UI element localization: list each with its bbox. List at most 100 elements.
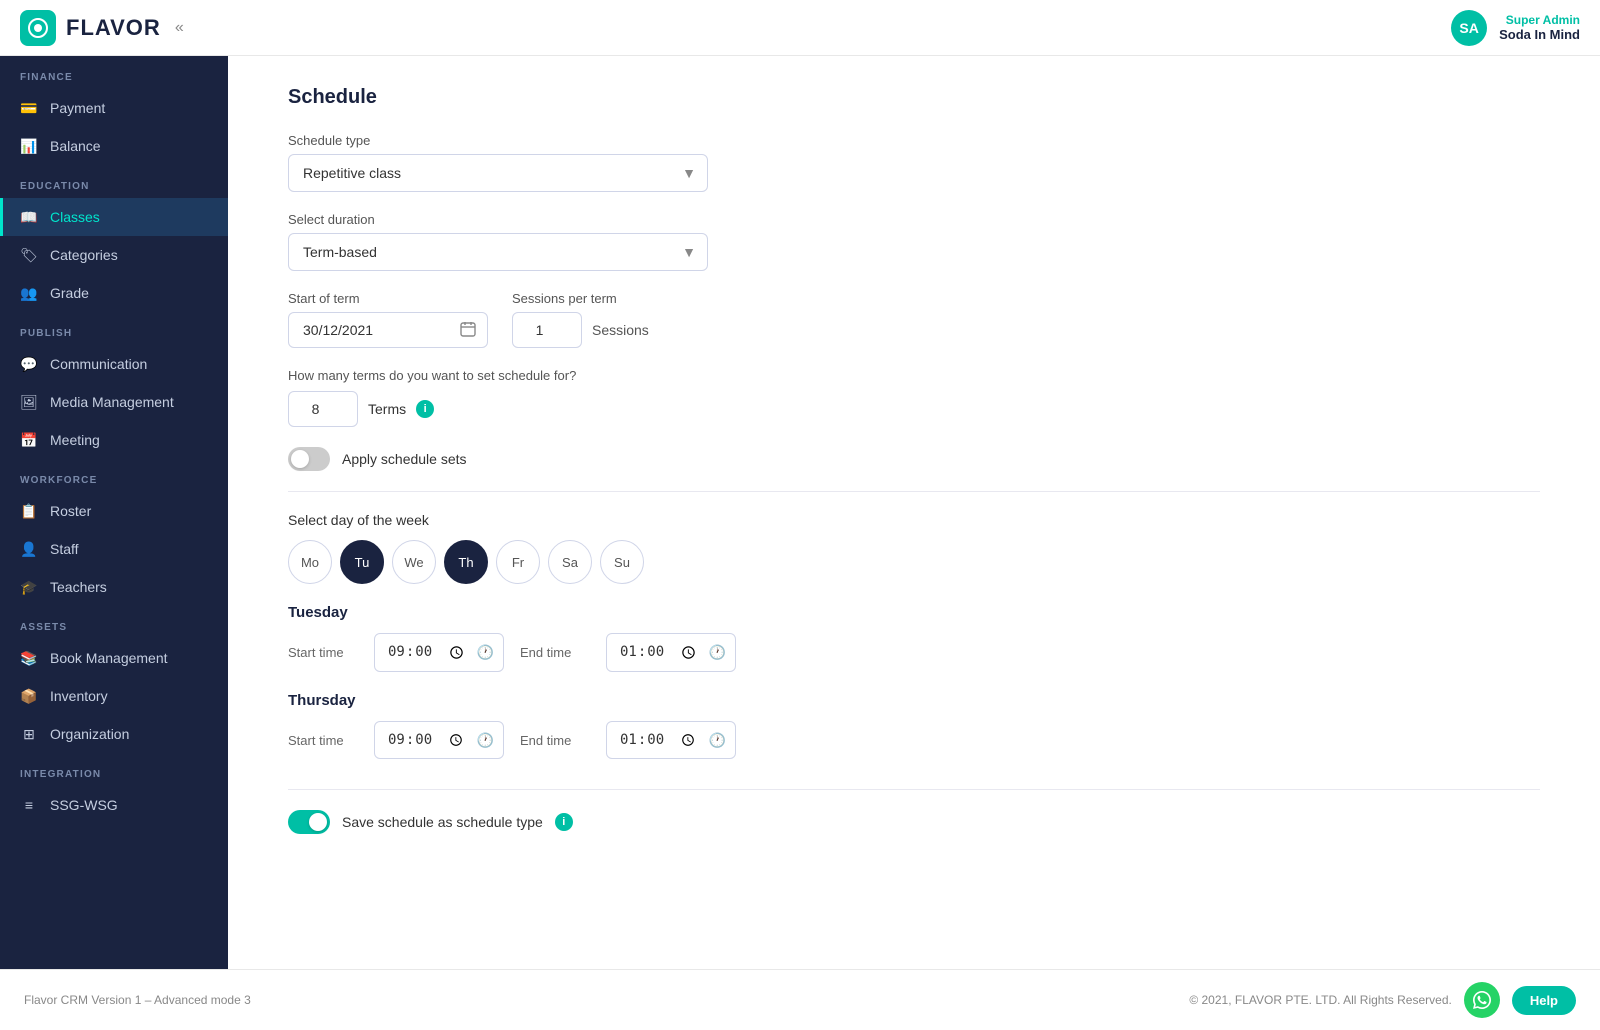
save-schedule-label: Save schedule as schedule type: [342, 814, 543, 830]
footer-copyright: © 2021, FLAVOR PTE. LTD. All Rights Rese…: [1189, 993, 1452, 1007]
sessions-per-term-group: Sessions per term Sessions: [512, 291, 649, 348]
schedule-type-group: Schedule type Repetitive class One-time …: [288, 133, 1540, 192]
sidebar-item-media-management[interactable]: 🖼 Media Management: [0, 383, 228, 421]
sidebar-item-inventory[interactable]: 📦Inventory: [0, 677, 228, 715]
bar-chart-icon: 📊: [20, 137, 38, 155]
main-layout: FINANCE💳Payment📊BalanceEDUCATION📖Classes…: [0, 56, 1600, 969]
terms-info-icon[interactable]: i: [416, 400, 434, 418]
tag-icon: 🏷: [20, 246, 38, 264]
sidebar-item-label-organization: Organization: [50, 726, 129, 742]
start-of-term-input[interactable]: [288, 312, 488, 348]
start-of-term-label: Start of term: [288, 291, 488, 306]
tuesday-start-input[interactable]: [374, 633, 504, 672]
sidebar-item-payment[interactable]: 💳 Payment: [0, 89, 228, 127]
user-info: Super Admin Soda In Mind: [1499, 13, 1580, 42]
start-of-term-input-wrapper: [288, 312, 488, 348]
thursday-section: Thursday Start time 🕐 End time 🕐: [288, 692, 1540, 760]
grid-icon: ⊞: [20, 725, 38, 743]
sidebar-item-teachers[interactable]: 🎓 Teachers: [0, 568, 228, 606]
sidebar-item-staff[interactable]: 👤 Staff: [0, 530, 228, 568]
day-btn-mo[interactable]: Mo: [288, 540, 332, 584]
terms-row: Terms i: [288, 391, 1540, 427]
apply-schedule-sets-toggle[interactable]: [288, 447, 330, 471]
select-duration-select-wrapper: Term-based Fixed duration ▼: [288, 233, 708, 271]
sidebar-item-label-roster: Roster: [50, 503, 91, 519]
tuesday-time-row: Start time 🕐 End time 🕐: [288, 633, 1540, 672]
schedule-title: Schedule: [288, 86, 1540, 109]
thursday-start-input[interactable]: [374, 721, 504, 760]
sidebar-item-organization[interactable]: ⊞ Organization: [0, 715, 228, 753]
content-area: Schedule Schedule type Repetitive class …: [228, 56, 1600, 969]
day-btn-fr[interactable]: Fr: [496, 540, 540, 584]
sidebar-item-label-balance: Balance: [50, 138, 101, 154]
help-button[interactable]: Help: [1512, 986, 1576, 1015]
whatsapp-button[interactable]: [1464, 982, 1500, 1018]
save-schedule-row: Save schedule as schedule type i: [288, 789, 1540, 834]
sidebar-item-label-teachers: Teachers: [50, 579, 107, 595]
sidebar-item-classes[interactable]: 📖Classes: [0, 198, 228, 236]
day-btn-su[interactable]: Su: [600, 540, 644, 584]
day-btn-th[interactable]: Th: [444, 540, 488, 584]
sidebar-item-book-management[interactable]: 📚Book Management: [0, 639, 228, 677]
sidebar-item-meeting[interactable]: 📅Meeting: [0, 421, 228, 459]
user-org: Soda In Mind: [1499, 27, 1580, 42]
apply-schedule-sets-thumb: [291, 450, 309, 468]
sidebar-item-categories[interactable]: 🏷 Categories: [0, 236, 228, 274]
sidebar-item-label-ssg-wsg: SSG-WSG: [50, 797, 118, 813]
sidebar-item-label-staff: Staff: [50, 541, 79, 557]
topbar: FLAVOR « SA Super Admin Soda In Mind: [0, 0, 1600, 56]
save-schedule-info-icon[interactable]: i: [555, 813, 573, 831]
tuesday-end-input[interactable]: [606, 633, 736, 672]
message-icon: 💬: [20, 355, 38, 373]
sessions-per-term-wrapper: Sessions: [512, 312, 649, 348]
sidebar-item-ssg-wsg[interactable]: ≡ SSG-WSG: [0, 786, 228, 824]
terms-group: How many terms do you want to set schedu…: [288, 368, 1540, 427]
sessions-per-term-label: Sessions per term: [512, 291, 649, 306]
day-btn-tu[interactable]: Tu: [340, 540, 384, 584]
book-open-icon: 📖: [20, 208, 38, 226]
day-btn-we[interactable]: We: [392, 540, 436, 584]
sidebar-item-label-communication: Communication: [50, 356, 147, 372]
clipboard-icon: 📋: [20, 502, 38, 520]
tuesday-start-input-wrap: 🕐: [374, 633, 504, 672]
graduation-icon: 🎓: [20, 578, 38, 596]
sidebar-item-label-payment: Payment: [50, 100, 105, 116]
select-duration-select[interactable]: Term-based Fixed duration: [288, 233, 708, 271]
save-schedule-toggle[interactable]: [288, 810, 330, 834]
day-btn-sa[interactable]: Sa: [548, 540, 592, 584]
layers-icon: ≡: [20, 796, 38, 814]
logo-text: FLAVOR: [66, 15, 161, 41]
day-buttons: MoTuWeThFrSaSu: [288, 540, 1540, 584]
user-avatar: SA: [1451, 10, 1487, 46]
sidebar-item-communication[interactable]: 💬 Communication: [0, 345, 228, 383]
users-icon: 👤: [20, 540, 38, 558]
sessions-per-term-input[interactable]: [512, 312, 582, 348]
tuesday-end-label: End time: [520, 645, 590, 660]
credit-card-icon: 💳: [20, 99, 38, 117]
thursday-time-row: Start time 🕐 End time 🕐: [288, 721, 1540, 760]
sidebar-section-education: EDUCATION: [0, 165, 228, 198]
sidebar-section-integration: INTEGRATION: [0, 753, 228, 786]
thursday-start-input-wrap: 🕐: [374, 721, 504, 760]
tuesday-start-label: Start time: [288, 645, 358, 660]
sidebar-item-label-book-management: Book Management: [50, 650, 168, 666]
sidebar-item-label-media-management: Media Management: [50, 394, 174, 410]
terms-label: Terms: [368, 401, 406, 417]
user-role: Super Admin: [1499, 13, 1580, 27]
photo-icon: 🖼: [20, 393, 38, 411]
sidebar-item-label-categories: Categories: [50, 247, 118, 263]
tuesday-title: Tuesday: [288, 604, 1540, 621]
schedule-type-select-wrapper: Repetitive class One-time class ▼: [288, 154, 708, 192]
footer-right: © 2021, FLAVOR PTE. LTD. All Rights Rese…: [1189, 982, 1576, 1018]
sidebar-item-grade[interactable]: 👥Grade: [0, 274, 228, 312]
sidebar-item-label-meeting: Meeting: [50, 432, 100, 448]
schedule-type-select[interactable]: Repetitive class One-time class: [288, 154, 708, 192]
terms-input[interactable]: [288, 391, 358, 427]
sidebar-item-balance[interactable]: 📊 Balance: [0, 127, 228, 165]
collapse-icon[interactable]: «: [175, 19, 184, 37]
select-day-label: Select day of the week: [288, 512, 1540, 528]
footer: Flavor CRM Version 1 – Advanced mode 3 ©…: [0, 969, 1600, 1030]
thursday-end-input[interactable]: [606, 721, 736, 760]
sidebar-item-roster[interactable]: 📋 Roster: [0, 492, 228, 530]
sessions-unit-label: Sessions: [592, 322, 649, 338]
